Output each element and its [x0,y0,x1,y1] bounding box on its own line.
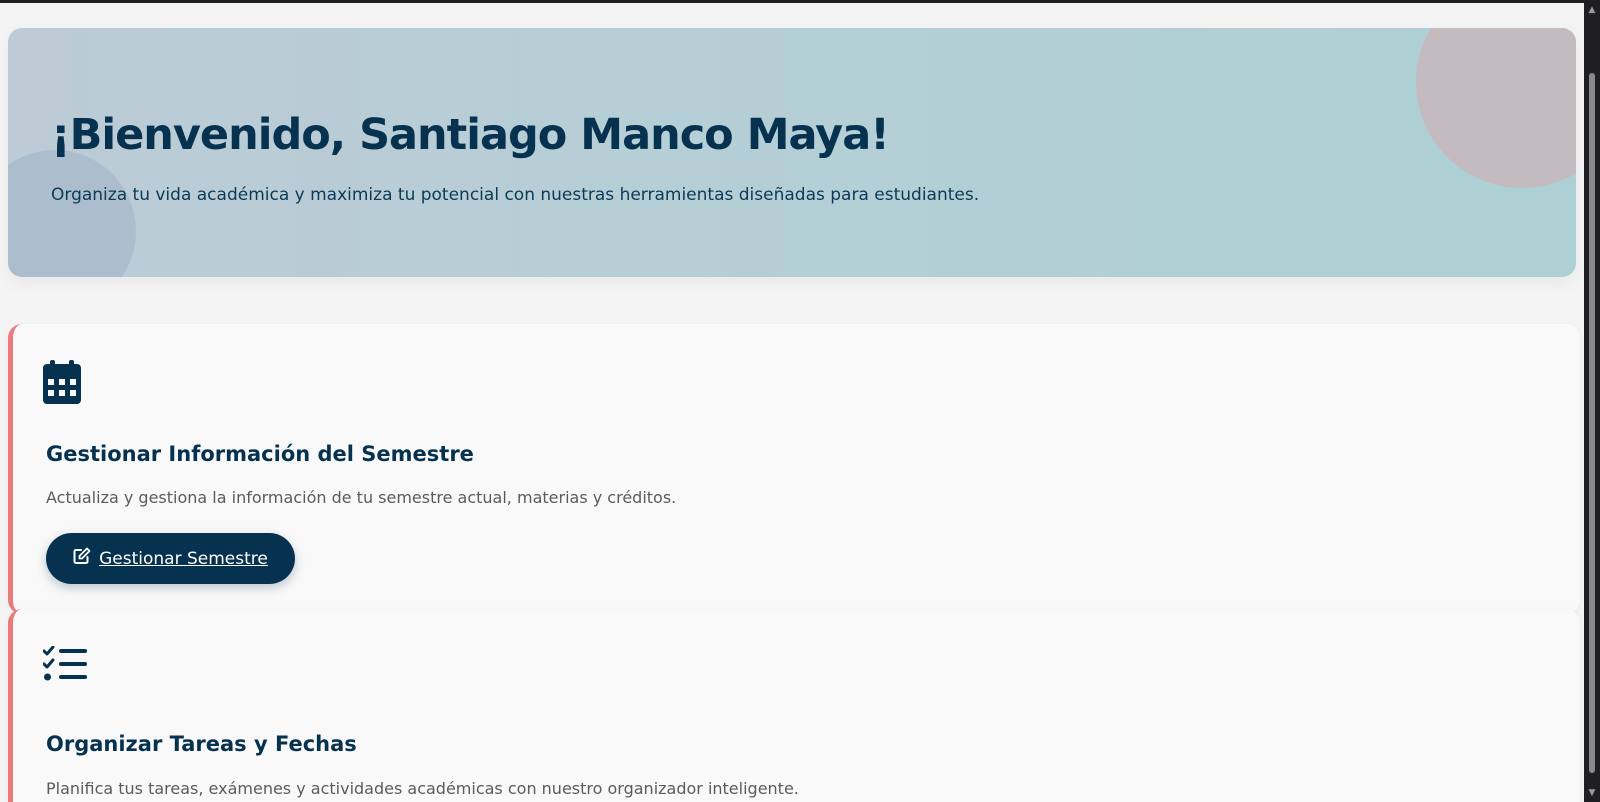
welcome-title: ¡Bienvenido, Santiago Manco Maya! [51,110,890,160]
edit-icon [73,547,91,570]
welcome-banner: ¡Bienvenido, Santiago Manco Maya! Organi… [8,28,1576,277]
decorative-circle-right [1416,28,1576,188]
tasks-card-description: Planifica tus tareas, exámenes y activid… [46,779,799,798]
tasks-card-title: Organizar Tareas y Fechas [46,732,357,756]
manage-semester-button[interactable]: Gestionar Semestre [46,533,295,584]
semester-card: Gestionar Información del Semestre Actua… [8,324,1580,614]
task-list-icon [42,645,87,686]
manage-semester-label: Gestionar Semestre [99,548,268,569]
welcome-subtitle: Organiza tu vida académica y maximiza tu… [51,185,980,205]
tasks-card: Organizar Tareas y Fechas Planifica tus … [8,609,1580,802]
scroll-down-arrow-icon[interactable]: ▼ [1587,788,1597,798]
vertical-scrollbar[interactable]: ▲ ▼ [1584,3,1600,802]
main-page: ¡Bienvenido, Santiago Manco Maya! Organi… [0,3,1584,802]
semester-card-description: Actualiza y gestiona la información de t… [46,488,677,507]
decorative-circle-left [8,150,136,277]
semester-card-title: Gestionar Información del Semestre [46,442,474,466]
calendar-icon [43,360,81,408]
scroll-up-arrow-icon[interactable]: ▲ [1587,5,1597,15]
scrollbar-thumb[interactable] [1589,73,1595,773]
